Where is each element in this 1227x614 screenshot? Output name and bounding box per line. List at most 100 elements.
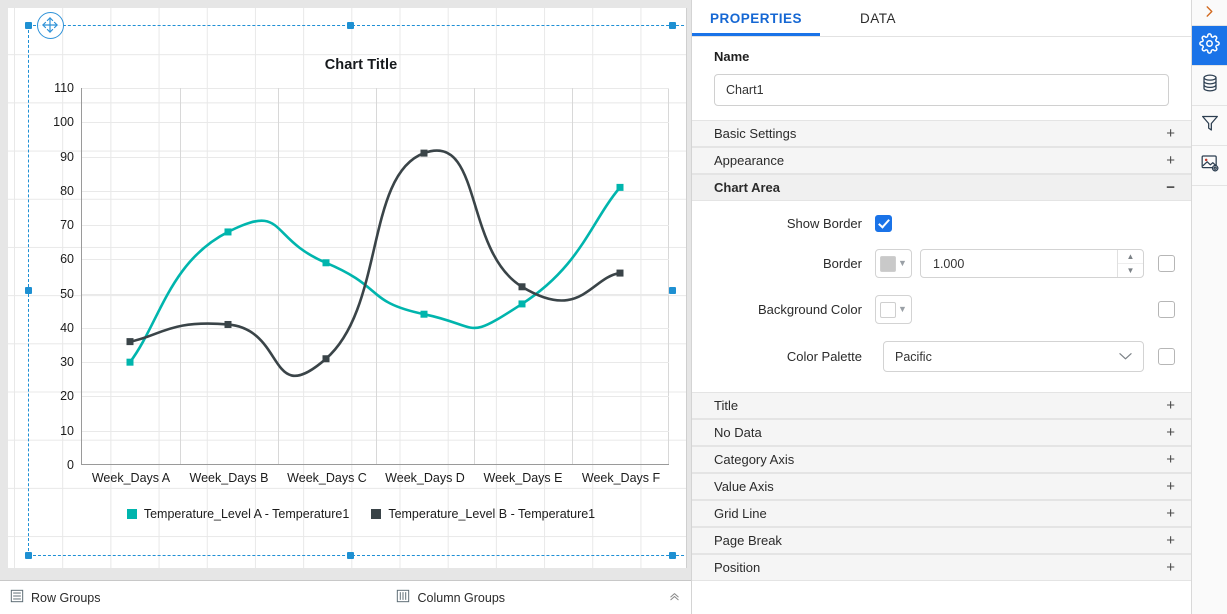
section-basic-settings[interactable]: Basic Settings + [692,120,1191,147]
series-marker [420,310,428,318]
background-color-picker[interactable]: ▼ [875,295,912,324]
filter-icon [1200,113,1220,138]
background-color-swatch [880,301,897,318]
selection-handle-bottom-center[interactable] [347,552,354,559]
value-axis-tick-label: 30 [60,355,74,370]
section-chart-area[interactable]: Chart Area − [692,174,1191,201]
background-color-expression-checkbox[interactable] [1158,301,1175,318]
category-axis-tick-label: Week_Days C [287,471,367,485]
selection-handle-bottom-right[interactable] [669,552,676,559]
chart-component[interactable]: Chart Title 0 10 20 30 40 50 60 70 80 90 100 110 Wee… [30,27,686,554]
legend-swatch-icon [126,509,137,519]
properties-panel: PROPERTIES DATA Name Basic Settings + Ap… [691,0,1191,614]
border-width-input[interactable] [921,250,1117,277]
series-marker [518,300,526,308]
chart-title: Chart Title [324,57,398,73]
value-axis-tick-label: 100 [53,115,74,130]
selection-handle-mid-right[interactable] [669,287,676,294]
show-border-label: Show Border [786,216,862,231]
section-grid-line-toggle-icon: + [1166,505,1175,522]
series-line-1 [128,149,622,377]
groups-status-bar: Row Groups Column Groups [0,580,691,614]
section-grid-line[interactable]: Grid Line + [692,500,1191,527]
section-category-axis-toggle-icon: + [1166,451,1175,468]
value-axis-tick-label: 90 [60,149,74,164]
column-groups-icon [396,589,410,606]
section-basic-settings-toggle-icon: + [1166,125,1175,142]
rail-collapse-panel-button[interactable] [1192,0,1227,26]
section-appearance[interactable]: Appearance + [692,147,1191,174]
tab-properties[interactable]: PROPERTIES [692,0,820,36]
chevron-right-icon [1204,5,1215,21]
selection-handle-bottom-left[interactable] [25,552,32,559]
color-palette-value: Pacific [895,349,932,364]
border-width-increment-icon[interactable]: ▲ [1118,250,1143,263]
border-width-spin-buttons: ▲ ▼ [1117,250,1143,277]
category-axis-tick-label: Week_Days A [91,471,171,485]
selection-handle-top-right[interactable] [669,22,676,29]
section-basic-settings-label: Basic Settings [714,126,797,141]
section-no-data[interactable]: No Data + [692,419,1191,446]
series-marker [322,259,330,267]
border-expression-checkbox[interactable] [1158,255,1175,272]
rail-filter-button[interactable] [1192,106,1227,146]
value-axis-tick-label: 40 [60,320,74,335]
background-color-label: Background Color [757,302,862,317]
series-marker [322,355,330,363]
section-position[interactable]: Position + [692,554,1191,581]
series-marker [616,269,624,277]
value-axis-tick-label: 110 [54,81,74,95]
legend-item: Temperature_Level A - Temperature1 [126,507,350,521]
rail-image-settings-button[interactable] [1192,146,1227,186]
show-border-checkbox[interactable] [875,215,892,232]
rail-properties-button[interactable] [1192,26,1227,66]
rail-data-button[interactable] [1192,66,1227,106]
color-palette-expression-checkbox[interactable] [1158,348,1175,365]
value-axis-tick-label: 80 [60,183,74,198]
legend-label: Temperature_Level A - Temperature1 [143,507,350,521]
row-groups-pane[interactable]: Row Groups [10,589,100,606]
border-color-swatch [880,255,897,272]
color-palette-label: Color Palette [786,349,862,364]
design-canvas-area: Chart Title 0 10 20 30 40 50 60 70 80 90 100 110 Wee… [0,0,691,614]
section-appearance-toggle-icon: + [1166,152,1175,169]
canvas-bottom-spacer [0,568,691,580]
selection-handle-top-left[interactable] [25,22,32,29]
section-category-axis[interactable]: Category Axis + [692,446,1191,473]
border-color-picker[interactable]: ▼ [875,249,912,278]
series-marker [420,149,428,157]
name-label: Name [714,49,750,64]
section-appearance-label: Appearance [714,153,785,168]
selection-handle-mid-left[interactable] [25,287,32,294]
field-background-color: Background Color ▼ [692,295,1191,324]
section-page-break[interactable]: Page Break + [692,527,1191,554]
collapse-groups-button[interactable] [668,590,681,605]
tab-data[interactable]: DATA [820,0,936,36]
section-value-axis[interactable]: Value Axis + [692,473,1191,500]
section-chart-area-label: Chart Area [714,180,780,195]
section-no-data-label: No Data [714,425,762,440]
color-palette-select[interactable]: Pacific [883,341,1144,372]
name-input[interactable] [714,74,1169,106]
border-width-decrement-icon[interactable]: ▼ [1118,263,1143,277]
series-line-0 [128,186,622,364]
section-chart-area-toggle-icon: − [1166,179,1175,196]
legend-swatch-icon [371,509,382,519]
row-groups-label: Row Groups [31,590,101,605]
column-groups-pane[interactable]: Column Groups [396,589,505,606]
border-width-stepper[interactable]: ▲ ▼ [920,249,1144,278]
gear-icon [1199,32,1220,59]
section-title-toggle-icon: + [1166,397,1175,414]
right-icon-rail [1191,0,1227,614]
value-axis-tick-label: 0 [67,458,74,472]
move-handle-icon[interactable] [37,12,64,39]
section-value-axis-toggle-icon: + [1166,478,1175,495]
selection-handle-top-center[interactable] [347,22,354,29]
section-title[interactable]: Title + [692,392,1191,419]
section-value-axis-label: Value Axis [714,479,774,494]
value-axis-tick-label: 70 [60,218,74,233]
section-no-data-toggle-icon: + [1166,424,1175,441]
panel-tabs: PROPERTIES DATA [692,0,1191,37]
chart-area-settings-body: Show Border Border ▼ ▲ ▼ [692,201,1191,392]
report-design-surface[interactable]: Chart Title 0 10 20 30 40 50 60 70 80 90 100 110 Wee… [8,8,687,580]
